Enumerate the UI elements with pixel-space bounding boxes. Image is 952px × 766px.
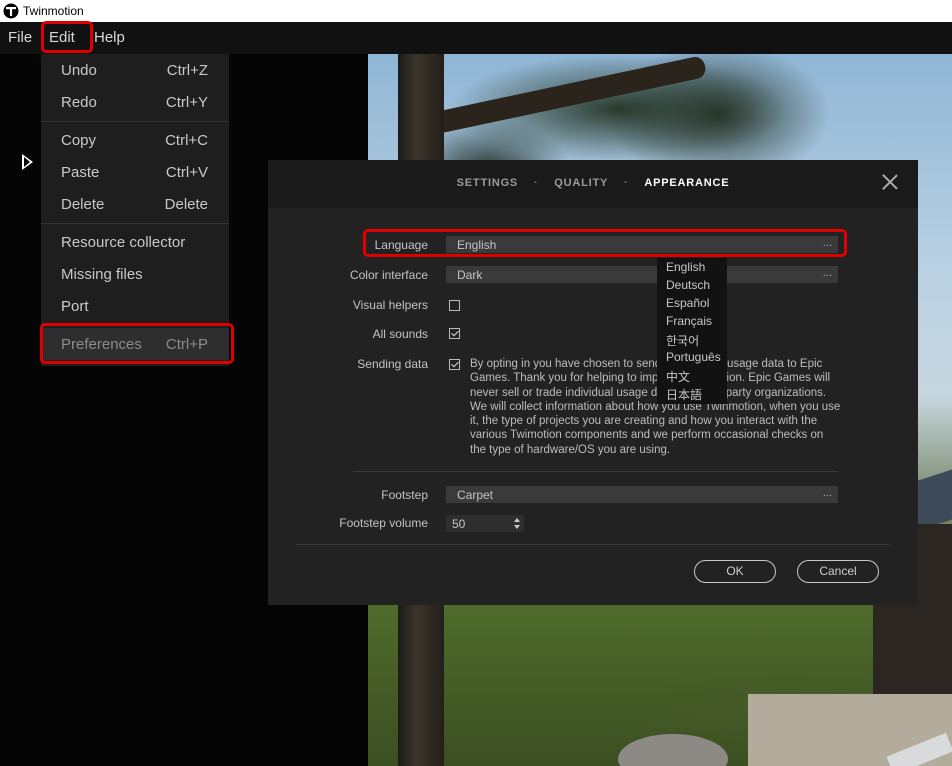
menu-item-copy[interactable]: Copy Ctrl+C: [41, 124, 229, 156]
menu-item-shortcut: Ctrl+Y: [165, 94, 208, 111]
menu-help[interactable]: Help: [94, 22, 125, 54]
menu-item-label: Undo: [61, 62, 97, 79]
menu-item-label: Redo: [61, 94, 97, 111]
edit-menu-highlight: [41, 21, 93, 53]
menu-item-shortcut: Ctrl+C: [165, 132, 208, 149]
preferences-highlight: [40, 323, 234, 364]
divider: [353, 471, 838, 472]
menu-item-label: Missing files: [61, 266, 143, 283]
language-option[interactable]: 한국어: [666, 332, 699, 349]
all-sounds-label: All sounds: [372, 327, 428, 341]
tab-settings[interactable]: SETTINGS: [457, 177, 518, 189]
divider: [296, 544, 890, 545]
menu-item-shortcut: Delete: [164, 196, 208, 213]
menu-item-delete[interactable]: Delete Delete: [41, 188, 229, 220]
menu-item-shortcut: Ctrl+V: [165, 164, 208, 181]
tab-appearance[interactable]: APPEARANCE: [644, 177, 729, 189]
menu-item-paste[interactable]: Paste Ctrl+V: [41, 156, 229, 188]
cancel-button[interactable]: Cancel: [797, 560, 879, 583]
menu-item-undo[interactable]: Undo Ctrl+Z: [41, 54, 229, 86]
rock: [618, 734, 728, 766]
footstep-label: Footstep: [381, 488, 428, 502]
play-icon[interactable]: [22, 154, 33, 170]
language-highlight: [363, 229, 847, 257]
color-interface-label: Color interface: [349, 268, 428, 282]
language-option[interactable]: 中文: [666, 368, 690, 385]
footstep-volume-stepper[interactable]: 50: [446, 515, 524, 532]
color-interface-value: Dark: [457, 268, 483, 282]
tab-separator: ·: [533, 177, 539, 189]
sending-data-label: Sending data: [357, 357, 428, 371]
title-bar: Twinmotion: [0, 0, 952, 22]
arrow-down-icon[interactable]: [514, 525, 520, 529]
dialog-tabs: SETTINGS · QUALITY · APPEARANCE: [268, 177, 918, 189]
menu-bar: File Edit Help: [0, 22, 952, 54]
more-icon: ...: [822, 267, 832, 279]
language-options-list: English Deutsch Español Français 한국어 Por…: [657, 258, 727, 404]
preferences-dialog: SETTINGS · QUALITY · APPEARANCE Language…: [268, 160, 918, 605]
color-interface-select[interactable]: Dark ...: [446, 266, 838, 283]
more-icon: ...: [822, 487, 832, 499]
window-title: Twinmotion: [23, 4, 84, 18]
footstep-select[interactable]: Carpet ...: [446, 486, 838, 503]
language-option[interactable]: English: [666, 260, 705, 274]
menu-item-missing-files[interactable]: Missing files: [41, 258, 229, 290]
language-option[interactable]: 日本語: [666, 386, 702, 403]
edit-menu: Undo Ctrl+Z Redo Ctrl+Y Copy Ctrl+C Past…: [41, 54, 229, 366]
menu-item-label: Delete: [61, 196, 105, 213]
footstep-volume-label: Footstep volume: [339, 516, 428, 530]
language-option[interactable]: Deutsch: [666, 278, 710, 292]
language-option[interactable]: Español: [666, 296, 709, 310]
arrow-up-icon[interactable]: [514, 518, 520, 522]
language-option[interactable]: Português: [666, 350, 721, 364]
menu-item-label: Resource collector: [61, 234, 186, 251]
all-sounds-checkbox[interactable]: [449, 328, 460, 339]
menu-item-label: Paste: [61, 164, 100, 181]
twinmotion-logo-icon: [3, 3, 19, 19]
menu-item-resource-collector[interactable]: Resource collector: [41, 226, 229, 258]
menu-item-shortcut: Ctrl+Z: [166, 62, 208, 79]
sending-data-checkbox[interactable]: [449, 359, 460, 370]
ok-button[interactable]: OK: [694, 560, 776, 583]
language-option[interactable]: Français: [666, 314, 712, 328]
menu-separator: [41, 121, 229, 122]
menu-item-label: Port: [61, 298, 89, 315]
tab-quality[interactable]: QUALITY: [554, 177, 608, 189]
tab-separator: ·: [624, 177, 629, 189]
sending-data-text: By opting in you have chosen to send ano…: [470, 358, 841, 456]
menu-separator: [41, 223, 229, 224]
close-icon[interactable]: [882, 174, 898, 190]
visual-helpers-label: Visual helpers: [352, 298, 428, 312]
menu-item-label: Copy: [61, 132, 97, 149]
visual-helpers-checkbox[interactable]: [449, 300, 460, 311]
menu-item-port[interactable]: Port: [41, 290, 229, 322]
footstep-value: Carpet: [457, 488, 494, 502]
footstep-volume-value: 50: [452, 517, 466, 531]
menu-file[interactable]: File: [8, 22, 32, 54]
menu-item-redo[interactable]: Redo Ctrl+Y: [41, 86, 229, 118]
